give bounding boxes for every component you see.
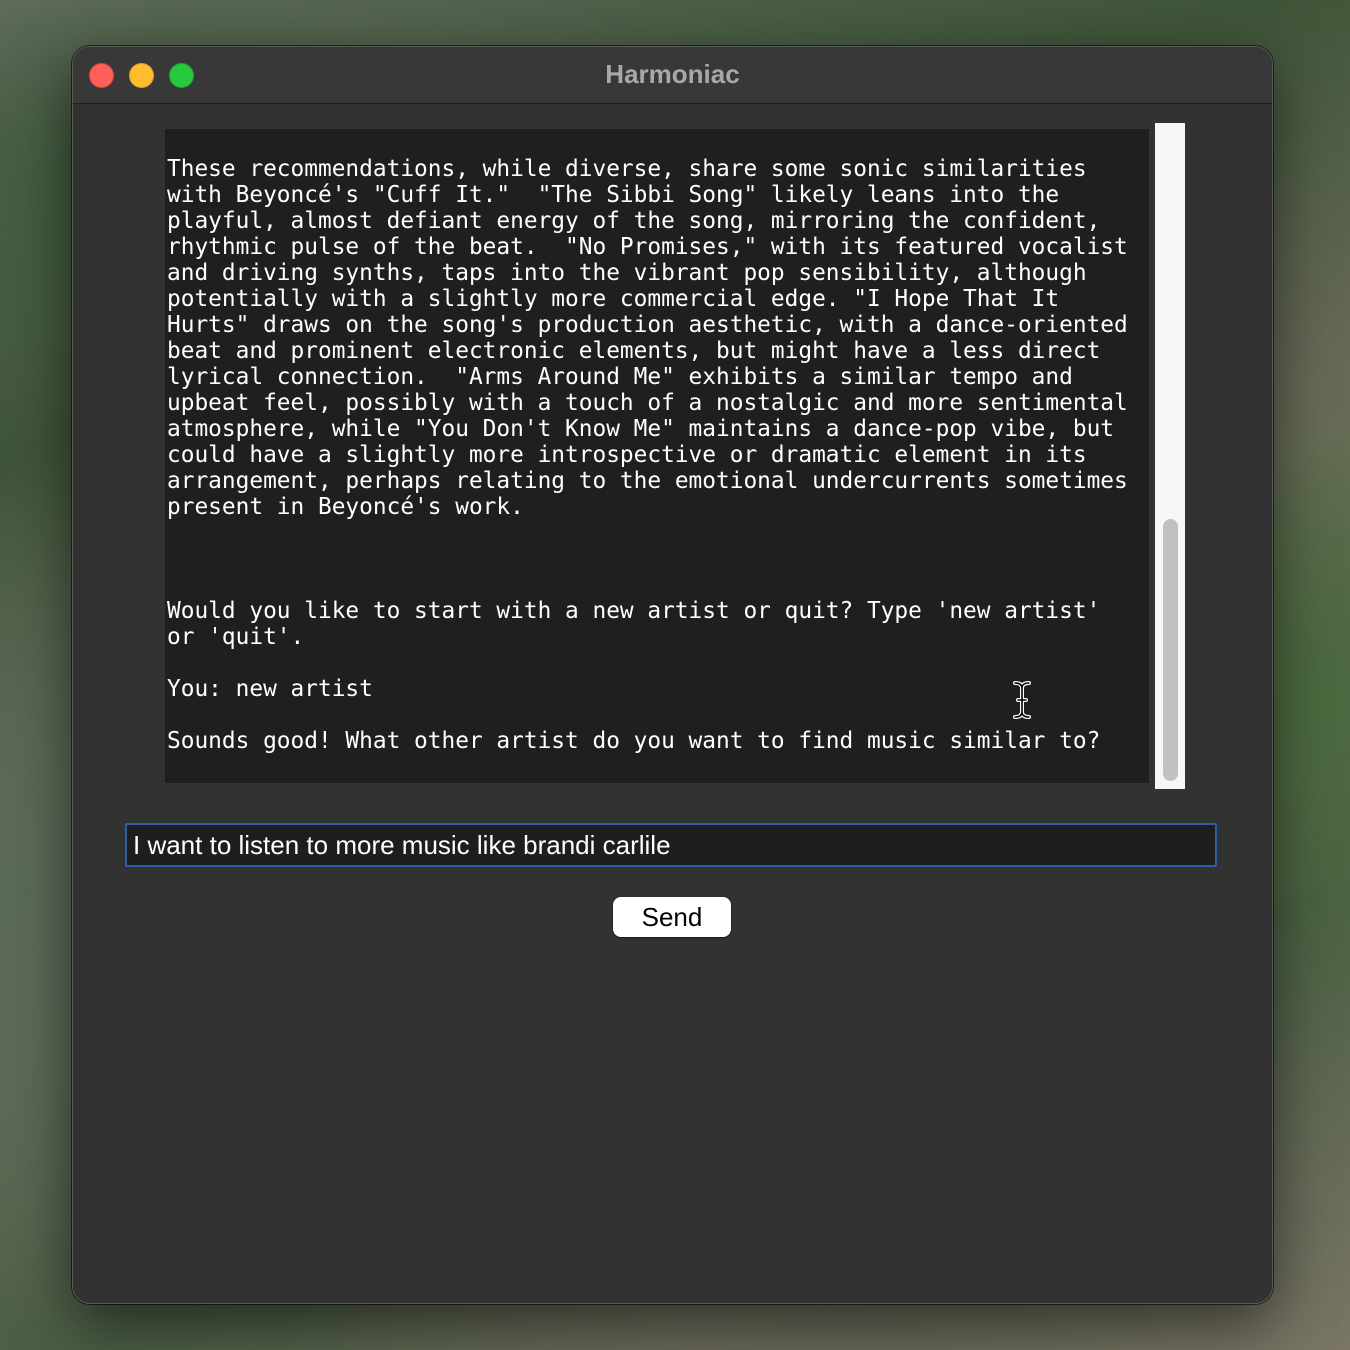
ibeam-cursor-icon bbox=[1013, 681, 1031, 719]
window-title: Harmoniac bbox=[605, 59, 740, 89]
chat-transcript-text: These recommendations, while diverse, sh… bbox=[167, 156, 1128, 754]
app-window: Harmoniac These recommendations, while d… bbox=[72, 46, 1273, 1304]
chat-transcript-area[interactable]: These recommendations, while diverse, sh… bbox=[165, 129, 1149, 783]
title-bar[interactable]: Harmoniac bbox=[73, 47, 1272, 104]
chat-scrollbar-thumb[interactable] bbox=[1163, 519, 1178, 781]
send-button[interactable]: Send bbox=[613, 897, 731, 937]
chat-scrollbar[interactable] bbox=[1155, 123, 1185, 789]
message-input[interactable] bbox=[125, 823, 1217, 867]
